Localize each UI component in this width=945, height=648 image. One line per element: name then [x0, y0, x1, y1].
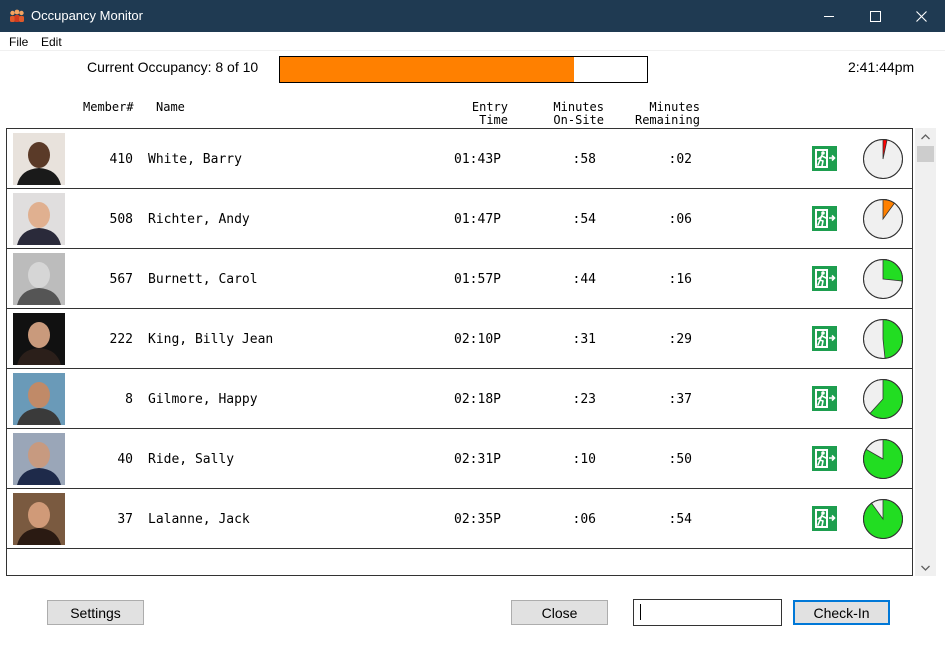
- emergency-exit-icon[interactable]: [812, 206, 837, 231]
- minutes-onsite: :54: [572, 212, 596, 227]
- occupancy-label: Current Occupancy: 8 of 10: [87, 59, 259, 75]
- member-name: White, Barry: [148, 152, 242, 167]
- checkin-button[interactable]: Check-In: [793, 600, 890, 625]
- occupancy-progress-fill: [280, 57, 574, 82]
- member-row[interactable]: 508 Richter, Andy 01:47P :54 :06: [7, 189, 912, 249]
- close-icon: [915, 10, 927, 22]
- minutes-remaining: :37: [668, 392, 692, 407]
- emergency-exit-icon[interactable]: [812, 506, 837, 531]
- member-row[interactable]: 37 Lalanne, Jack 02:35P :06 :54: [7, 489, 912, 549]
- minutes-remaining: :02: [668, 152, 692, 167]
- column-header-minutes-remaining: Minutes Remaining: [620, 101, 700, 127]
- member-number: 567: [109, 272, 133, 287]
- minimize-button[interactable]: [806, 0, 852, 32]
- time-remaining-pie: [863, 139, 903, 179]
- member-photo: [13, 193, 65, 245]
- menu-file[interactable]: File: [9, 35, 28, 49]
- clock: 2:41:44pm: [848, 59, 915, 75]
- column-header-onsite-line2: On-Site: [553, 113, 604, 127]
- member-photo: [13, 493, 65, 545]
- time-remaining-pie: [863, 499, 903, 539]
- member-row[interactable]: 40 Ride, Sally 02:31P :10 :50: [7, 429, 912, 489]
- settings-button[interactable]: Settings: [47, 600, 144, 625]
- column-header-entry-line2: Time: [479, 113, 508, 127]
- minutes-remaining: :16: [668, 272, 692, 287]
- window-close-button[interactable]: [898, 0, 944, 32]
- time-remaining-pie: [863, 199, 903, 239]
- people-group-icon: [10, 9, 24, 22]
- entry-time: 02:35P: [454, 512, 501, 527]
- time-remaining-pie: [863, 259, 903, 299]
- entry-time: 01:47P: [454, 212, 501, 227]
- member-number: 37: [117, 512, 133, 527]
- time-remaining-pie: [863, 379, 903, 419]
- member-name: King, Billy Jean: [148, 332, 274, 347]
- minutes-remaining: :29: [668, 332, 692, 347]
- text-caret: [640, 604, 641, 620]
- column-header-remaining-line2: Remaining: [634, 113, 700, 127]
- member-name: Richter, Andy: [148, 212, 250, 227]
- menu-edit[interactable]: Edit: [41, 35, 62, 49]
- member-number: 8: [125, 392, 133, 407]
- column-header-name: Name: [156, 100, 185, 114]
- member-row[interactable]: 567 Burnett, Carol 01:57P :44 :16: [7, 249, 912, 309]
- member-number: 410: [109, 152, 133, 167]
- minutes-onsite: :31: [572, 332, 596, 347]
- member-name: Ride, Sally: [148, 452, 235, 467]
- maximize-button[interactable]: [852, 0, 898, 32]
- minutes-remaining: :50: [668, 452, 692, 467]
- chevron-up-icon: [921, 133, 930, 139]
- time-remaining-pie: [863, 439, 903, 479]
- time-remaining-pie: [863, 319, 903, 359]
- entry-time: 02:10P: [454, 332, 501, 347]
- minutes-remaining: :54: [668, 512, 692, 527]
- column-header-entry-time: Entry Time: [440, 101, 508, 127]
- emergency-exit-icon[interactable]: [812, 146, 837, 171]
- window-title: Occupancy Monitor: [31, 8, 143, 23]
- emergency-exit-icon[interactable]: [812, 386, 837, 411]
- member-name: Lalanne, Jack: [148, 512, 250, 527]
- menu-bar: File Edit: [0, 32, 945, 51]
- minutes-onsite: :23: [572, 392, 596, 407]
- minutes-onsite: :06: [572, 512, 596, 527]
- close-button[interactable]: Close: [511, 600, 608, 625]
- member-number: 222: [109, 332, 133, 347]
- member-name: Gilmore, Happy: [148, 392, 258, 407]
- column-header-member: Member#: [83, 100, 134, 114]
- entry-time: 02:31P: [454, 452, 501, 467]
- minutes-onsite: :10: [572, 452, 596, 467]
- entry-time: 01:57P: [454, 272, 501, 287]
- minutes-onsite: :44: [572, 272, 596, 287]
- member-photo: [13, 433, 65, 485]
- member-name: Burnett, Carol: [148, 272, 258, 287]
- member-photo: [13, 133, 65, 185]
- member-list[interactable]: 410 White, Barry 01:43P :58 :02 508 Rich…: [6, 128, 913, 576]
- checkin-input[interactable]: [633, 599, 782, 626]
- emergency-exit-icon[interactable]: [812, 266, 837, 291]
- member-photo: [13, 373, 65, 425]
- member-row[interactable]: 8 Gilmore, Happy 02:18P :23 :37: [7, 369, 912, 429]
- member-number: 508: [109, 212, 133, 227]
- scroll-up-arrow[interactable]: [915, 128, 936, 145]
- scroll-down-arrow[interactable]: [915, 559, 936, 576]
- list-scrollbar[interactable]: [915, 128, 936, 576]
- emergency-exit-icon[interactable]: [812, 446, 837, 471]
- minutes-remaining: :06: [668, 212, 692, 227]
- member-photo: [13, 253, 65, 305]
- chevron-down-icon: [921, 565, 930, 571]
- title-bar: Occupancy Monitor: [0, 0, 945, 32]
- member-row[interactable]: 410 White, Barry 01:43P :58 :02: [7, 129, 912, 189]
- member-photo: [13, 313, 65, 365]
- entry-time: 01:43P: [454, 152, 501, 167]
- column-header-minutes-onsite: Minutes On-Site: [530, 101, 604, 127]
- minutes-onsite: :58: [572, 152, 596, 167]
- member-number: 40: [117, 452, 133, 467]
- entry-time: 02:18P: [454, 392, 501, 407]
- scroll-thumb[interactable]: [917, 146, 934, 162]
- emergency-exit-icon[interactable]: [812, 326, 837, 351]
- occupancy-progress-bar: [279, 56, 648, 83]
- member-row[interactable]: 222 King, Billy Jean 02:10P :31 :29: [7, 309, 912, 369]
